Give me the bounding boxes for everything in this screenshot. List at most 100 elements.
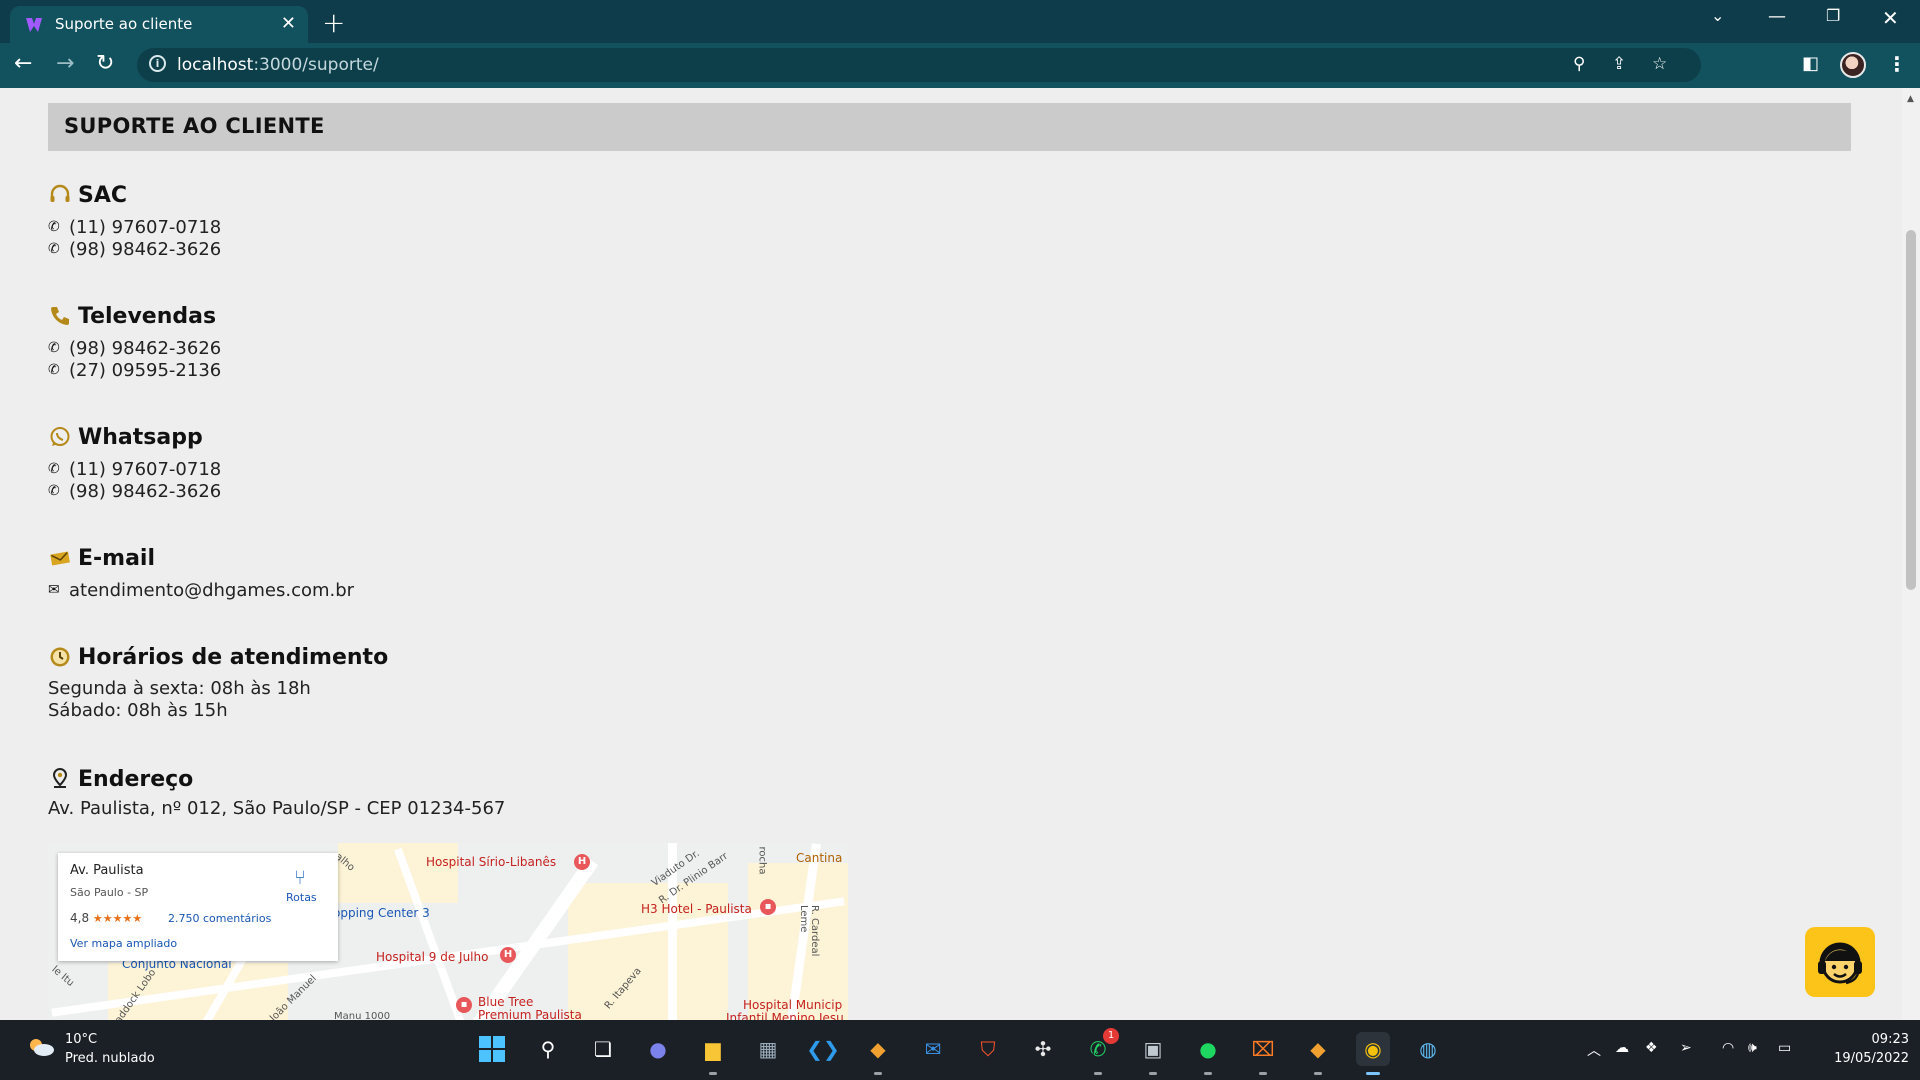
directions-icon[interactable]: ⑂ — [294, 865, 306, 889]
whatsapp-button[interactable]: ✆ 1 — [1081, 1028, 1119, 1075]
section-televendas: Televendas ✆ (98) 98462-3626 ✆ (27) 09595-… — [48, 301, 221, 381]
forward-button[interactable]: → — [56, 51, 74, 76]
tab-search-icon[interactable]: ⌄ — [1711, 6, 1724, 25]
task-view-button[interactable]: ❏ — [586, 1032, 620, 1066]
onedrive-cloud-icon[interactable]: ☁ — [1615, 1040, 1629, 1056]
back-button[interactable]: ← — [14, 51, 32, 76]
rating-stars-icon: ★★★★★ — [92, 912, 143, 925]
terminal-button[interactable]: ▣ — [1136, 1032, 1170, 1075]
section-horarios: Horários de atendimento Segunda à sexta:… — [48, 642, 388, 722]
page-scrollbar[interactable]: ▲ — [1902, 88, 1920, 1020]
side-panel-icon[interactable]: ◧ — [1802, 53, 1819, 74]
share-icon[interactable]: ⇪ — [1612, 54, 1626, 74]
headset-icon — [50, 184, 70, 202]
hotel-pin-icon[interactable]: ▪ — [456, 997, 472, 1013]
notification-badge: 1 — [1103, 1028, 1119, 1044]
vscode-button[interactable]: ❮❯ — [806, 1032, 840, 1066]
calculator-button[interactable]: ▦ — [751, 1032, 785, 1066]
browser-tab-strip: Suporte ao cliente ✕ + ⌄ — ❐ ✕ — [0, 0, 1920, 43]
minimize-button[interactable]: — — [1768, 6, 1786, 27]
url-path: :3000/suporte/ — [253, 55, 379, 75]
restore-button[interactable]: ❐ — [1826, 6, 1840, 25]
map-street-label: rocha — [756, 846, 768, 875]
browser-tab[interactable]: Suporte ao cliente ✕ — [10, 6, 308, 43]
browser-menu-icon[interactable]: ⋮ — [1887, 52, 1907, 76]
show-hidden-icons-chevron-icon[interactable]: ︿ — [1587, 1040, 1601, 1060]
profile-avatar[interactable] — [1840, 52, 1866, 78]
section-title: E-mail — [48, 543, 354, 573]
phone-line: ✆ (98) 98462-3626 — [48, 480, 221, 502]
mail-button[interactable]: ✉ — [916, 1032, 950, 1066]
section-endereco: Endereço Av. Paulista, nº 012, São Paulo… — [48, 764, 505, 820]
map-label: Hospital Municip — [743, 998, 843, 1012]
battery-icon[interactable]: ▭ — [1778, 1040, 1791, 1056]
address-bar[interactable]: i localhost:3000/suporte/ ⚲ ⇪ ☆ — [137, 48, 1701, 82]
new-tab-button[interactable]: + — [322, 6, 345, 39]
sac-title: SAC — [78, 182, 128, 208]
vscode-icon: ❮❯ — [806, 1037, 840, 1061]
close-window-button[interactable]: ✕ — [1882, 6, 1899, 30]
view-larger-map-link[interactable]: Ver mapa ampliado — [70, 937, 177, 950]
map-place-sub: São Paulo - SP — [70, 886, 149, 899]
section-sac: SAC ✆ (11) 97607-0718 ✆ (98) 98462-3626 — [48, 180, 221, 260]
section-title: Whatsapp — [48, 422, 221, 452]
clock-time[interactable]: 09:23 — [1857, 1032, 1909, 1047]
scroll-up-arrow-icon[interactable]: ▲ — [1907, 94, 1914, 104]
phone-icon: ✆ — [48, 362, 60, 378]
map-reviews-link[interactable]: 2.750 comentários — [168, 912, 271, 925]
map-label: Hospital 9 de Julho — [376, 950, 489, 964]
hotel-pin-icon[interactable]: ▪ — [760, 899, 776, 915]
hospital-pin-icon[interactable]: H — [500, 947, 516, 963]
weather-cloud-icon[interactable] — [27, 1036, 55, 1058]
mail-icon: ✉ — [48, 582, 60, 598]
reload-button[interactable]: ↻ — [96, 51, 114, 76]
file-explorer-button[interactable]: ▆ — [696, 1032, 730, 1075]
teams-chat-button[interactable]: ● — [641, 1032, 675, 1066]
xampp-icon: ⌧ — [1251, 1037, 1275, 1061]
git-tool-2-button[interactable]: ◆ — [1301, 1032, 1335, 1075]
browser-toolbar: ← → ↻ i localhost:3000/suporte/ ⚲ ⇪ ☆ ◧ … — [0, 43, 1920, 88]
start-button[interactable] — [475, 1032, 509, 1066]
git-diamond-icon: ◆ — [1310, 1037, 1326, 1061]
rating-value: 4,8 — [70, 911, 90, 925]
terminal-icon: ▣ — [1143, 1037, 1163, 1061]
site-info-icon[interactable]: i — [149, 55, 166, 72]
hospital-pin-icon[interactable]: H — [574, 854, 590, 870]
volume-icon[interactable]: 🕪 — [1748, 1040, 1757, 1056]
phone-icon — [51, 307, 69, 325]
bookmark-star-icon[interactable]: ☆ — [1652, 54, 1667, 74]
map-label: Hospital Sírio-Libanês — [426, 855, 557, 869]
directions-link[interactable]: Rotas — [286, 891, 317, 904]
support-chat-button[interactable] — [1805, 927, 1875, 997]
clock-date[interactable]: 19/05/2022 — [1819, 1051, 1909, 1066]
xampp-button[interactable]: ⌧ — [1246, 1032, 1280, 1075]
scrollbar-thumb[interactable] — [1906, 230, 1916, 590]
location-arrow-icon[interactable]: ➢ — [1680, 1040, 1692, 1056]
chrome-button[interactable]: ◉ — [1356, 1032, 1390, 1075]
embedded-map[interactable]: Hospital Sírio-Libanês H opping Center 3… — [48, 843, 848, 1020]
phone-icon: ✆ — [48, 219, 60, 235]
brave-lion-icon: ⛉ — [980, 1037, 996, 1061]
section-title: Horários de atendimento — [48, 642, 388, 672]
phone-number: (27) 09595-2136 — [69, 359, 222, 381]
spotify-button[interactable]: ● — [1191, 1032, 1225, 1075]
dropbox-icon[interactable]: ❖ — [1645, 1040, 1658, 1056]
brave-button[interactable]: ⛉ — [971, 1032, 1005, 1066]
git-tool-button[interactable]: ◆ — [861, 1032, 895, 1075]
git-diamond-icon: ◆ — [870, 1037, 886, 1061]
slack-button[interactable]: ✣ — [1026, 1032, 1060, 1066]
tab-close-icon[interactable]: ✕ — [281, 13, 296, 34]
email-address[interactable]: atendimento@dhgames.com.br — [69, 580, 354, 601]
page-content: SUPORTE AO CLIENTE SAC ✆ (11) 97607-0718 … — [0, 88, 1902, 1020]
weather-desc[interactable]: Pred. nublado — [65, 1051, 155, 1066]
phone-line: ✆ (11) 97607-0718 — [48, 216, 221, 238]
envelope-icon — [50, 551, 70, 566]
globe-app-button[interactable]: ◍ — [1411, 1032, 1445, 1066]
location-pin-icon — [52, 767, 68, 788]
site-favicon-icon — [26, 18, 42, 32]
weather-temp[interactable]: 10°C — [65, 1032, 97, 1047]
wifi-icon[interactable]: ◠ — [1722, 1040, 1734, 1056]
search-button[interactable]: ⚲ — [531, 1032, 565, 1066]
phone-line: ✆ (98) 98462-3626 — [48, 337, 221, 359]
zoom-icon[interactable]: ⚲ — [1573, 54, 1585, 74]
